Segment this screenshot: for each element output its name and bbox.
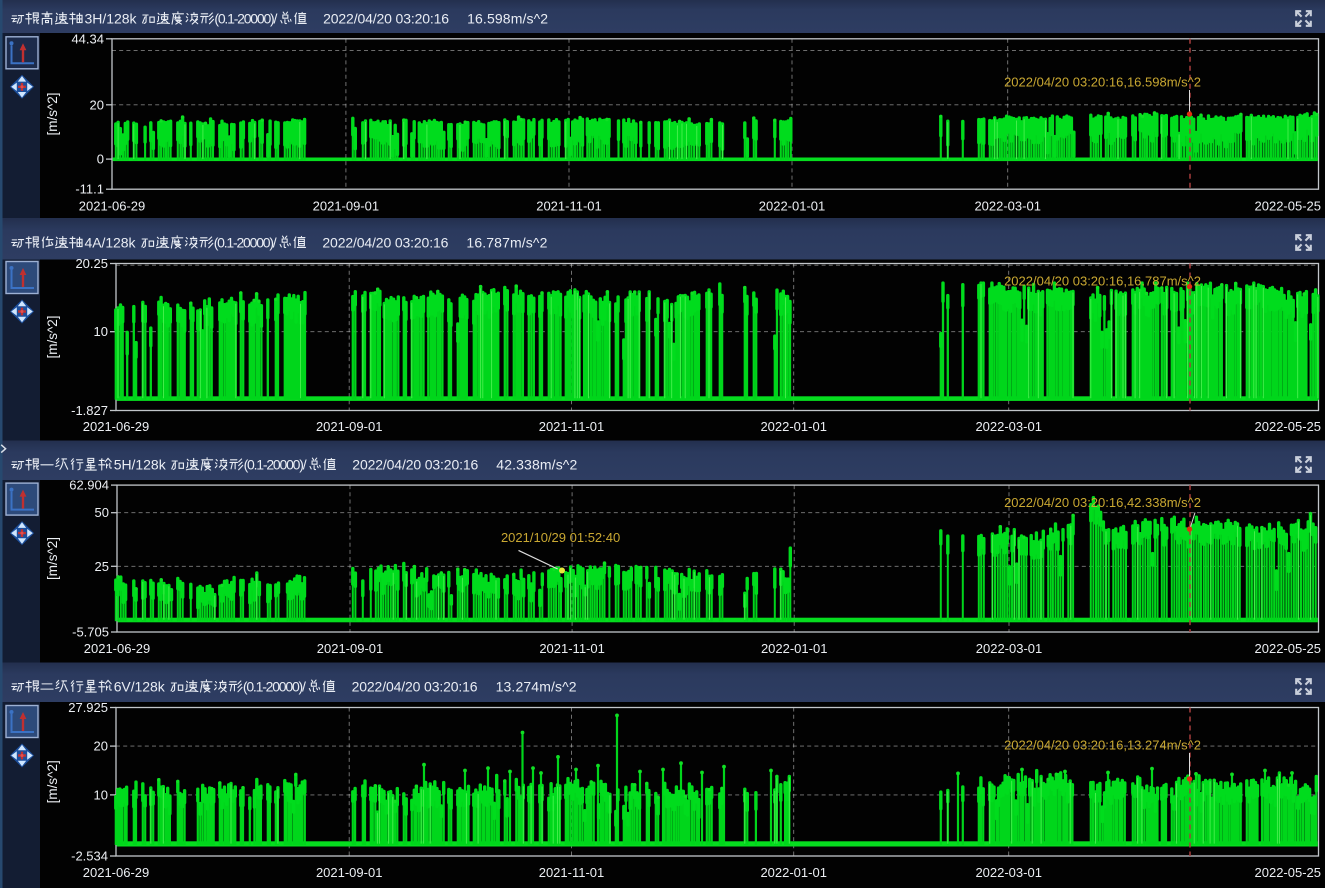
svg-text:2022/04/20 03:20:16: 2022/04/20 03:20:16 bbox=[322, 235, 448, 251]
svg-text:2021-09-01: 2021-09-01 bbox=[313, 198, 380, 213]
svg-text:(0.1-20000)/: (0.1-20000)/ bbox=[214, 11, 277, 27]
svg-text:(0.1-20000)/: (0.1-20000)/ bbox=[244, 457, 307, 473]
svg-text:[m/s^2]: [m/s^2] bbox=[45, 760, 60, 803]
svg-text:20.25: 20.25 bbox=[75, 256, 108, 271]
svg-text:42.338m/s^2: 42.338m/s^2 bbox=[496, 457, 577, 473]
svg-text:2021-11-01: 2021-11-01 bbox=[539, 419, 605, 434]
svg-text:2022-03-01: 2022-03-01 bbox=[975, 865, 1042, 880]
svg-text:2022-05-25: 2022-05-25 bbox=[1255, 419, 1322, 434]
svg-text:62.904: 62.904 bbox=[69, 478, 109, 493]
svg-text:20: 20 bbox=[94, 739, 108, 754]
svg-text:25: 25 bbox=[95, 559, 109, 574]
svg-text:2022-01-01: 2022-01-01 bbox=[759, 198, 826, 213]
svg-text:[m/s^2]: [m/s^2] bbox=[45, 92, 60, 135]
svg-text:2022-01-01: 2022-01-01 bbox=[761, 641, 828, 656]
svg-text:2022/04/20 03:20:16: 2022/04/20 03:20:16 bbox=[352, 679, 478, 695]
svg-text:2021-06-29: 2021-06-29 bbox=[83, 865, 150, 880]
svg-text:(0.1-20000)/: (0.1-20000)/ bbox=[214, 235, 277, 251]
svg-text:2021/10/29 01:52:40: 2021/10/29 01:52:40 bbox=[501, 530, 620, 545]
svg-text:16.598m/s^2: 16.598m/s^2 bbox=[467, 11, 548, 27]
svg-text:[m/s^2]: [m/s^2] bbox=[45, 315, 60, 358]
svg-text:-5.705: -5.705 bbox=[72, 625, 109, 640]
svg-text:[m/s^2]: [m/s^2] bbox=[45, 537, 60, 580]
svg-text:2022/04/20 03:20:16: 2022/04/20 03:20:16 bbox=[323, 11, 449, 27]
svg-text:2022/04/20 03:20:16,13.274m/s^: 2022/04/20 03:20:16,13.274m/s^2 bbox=[1004, 738, 1201, 753]
svg-text:2022-03-01: 2022-03-01 bbox=[976, 641, 1043, 656]
svg-text:-11.1: -11.1 bbox=[75, 182, 104, 197]
svg-text:2021-06-29: 2021-06-29 bbox=[83, 419, 150, 434]
svg-text:50: 50 bbox=[95, 505, 109, 520]
svg-text:2022-05-25: 2022-05-25 bbox=[1255, 865, 1322, 880]
svg-text:4A/128k: 4A/128k bbox=[85, 235, 137, 251]
svg-text:2022/04/20 03:20:16,16.787m/s^: 2022/04/20 03:20:16,16.787m/s^2 bbox=[1004, 274, 1201, 289]
svg-text:2022/04/20 03:20:16: 2022/04/20 03:20:16 bbox=[352, 457, 478, 473]
svg-text:-2.534: -2.534 bbox=[71, 849, 108, 864]
svg-text:10: 10 bbox=[94, 324, 108, 339]
svg-text:6V/128k: 6V/128k bbox=[114, 679, 166, 695]
svg-text:44.34: 44.34 bbox=[71, 31, 104, 46]
svg-text:(0.1-20000)/: (0.1-20000)/ bbox=[243, 679, 306, 695]
svg-text:2022-03-01: 2022-03-01 bbox=[974, 198, 1041, 213]
svg-text:2021-11-01: 2021-11-01 bbox=[539, 641, 605, 656]
svg-text:5H/128k: 5H/128k bbox=[114, 457, 167, 473]
svg-text:2021-11-01: 2021-11-01 bbox=[539, 865, 605, 880]
svg-text:3H/128k: 3H/128k bbox=[85, 11, 138, 27]
svg-text:2022-05-25: 2022-05-25 bbox=[1255, 641, 1322, 656]
svg-text:2021-09-01: 2021-09-01 bbox=[316, 865, 383, 880]
svg-text:10: 10 bbox=[94, 787, 108, 802]
svg-text:2021-11-01: 2021-11-01 bbox=[536, 198, 602, 213]
svg-text:2022-01-01: 2022-01-01 bbox=[760, 419, 827, 434]
svg-text:2022-03-01: 2022-03-01 bbox=[975, 419, 1042, 434]
svg-text:2021-09-01: 2021-09-01 bbox=[316, 419, 383, 434]
svg-text:2021-06-29: 2021-06-29 bbox=[84, 641, 151, 656]
svg-text:2022/04/20 03:20:16,16.598m/s^: 2022/04/20 03:20:16,16.598m/s^2 bbox=[1004, 75, 1201, 90]
svg-text:-1.827: -1.827 bbox=[71, 403, 108, 418]
svg-text:20: 20 bbox=[90, 97, 104, 112]
svg-text:2021-06-29: 2021-06-29 bbox=[79, 198, 146, 213]
svg-text:0: 0 bbox=[97, 152, 104, 167]
svg-text:2022-05-25: 2022-05-25 bbox=[1255, 198, 1322, 213]
svg-text:27.925: 27.925 bbox=[68, 700, 108, 715]
svg-text:2021-09-01: 2021-09-01 bbox=[317, 641, 384, 656]
svg-text:2022/04/20 03:20:16,42.338m/s^: 2022/04/20 03:20:16,42.338m/s^2 bbox=[1004, 495, 1201, 510]
svg-text:2022-01-01: 2022-01-01 bbox=[760, 865, 827, 880]
svg-text:13.274m/s^2: 13.274m/s^2 bbox=[496, 679, 577, 695]
svg-text:16.787m/s^2: 16.787m/s^2 bbox=[466, 235, 547, 251]
